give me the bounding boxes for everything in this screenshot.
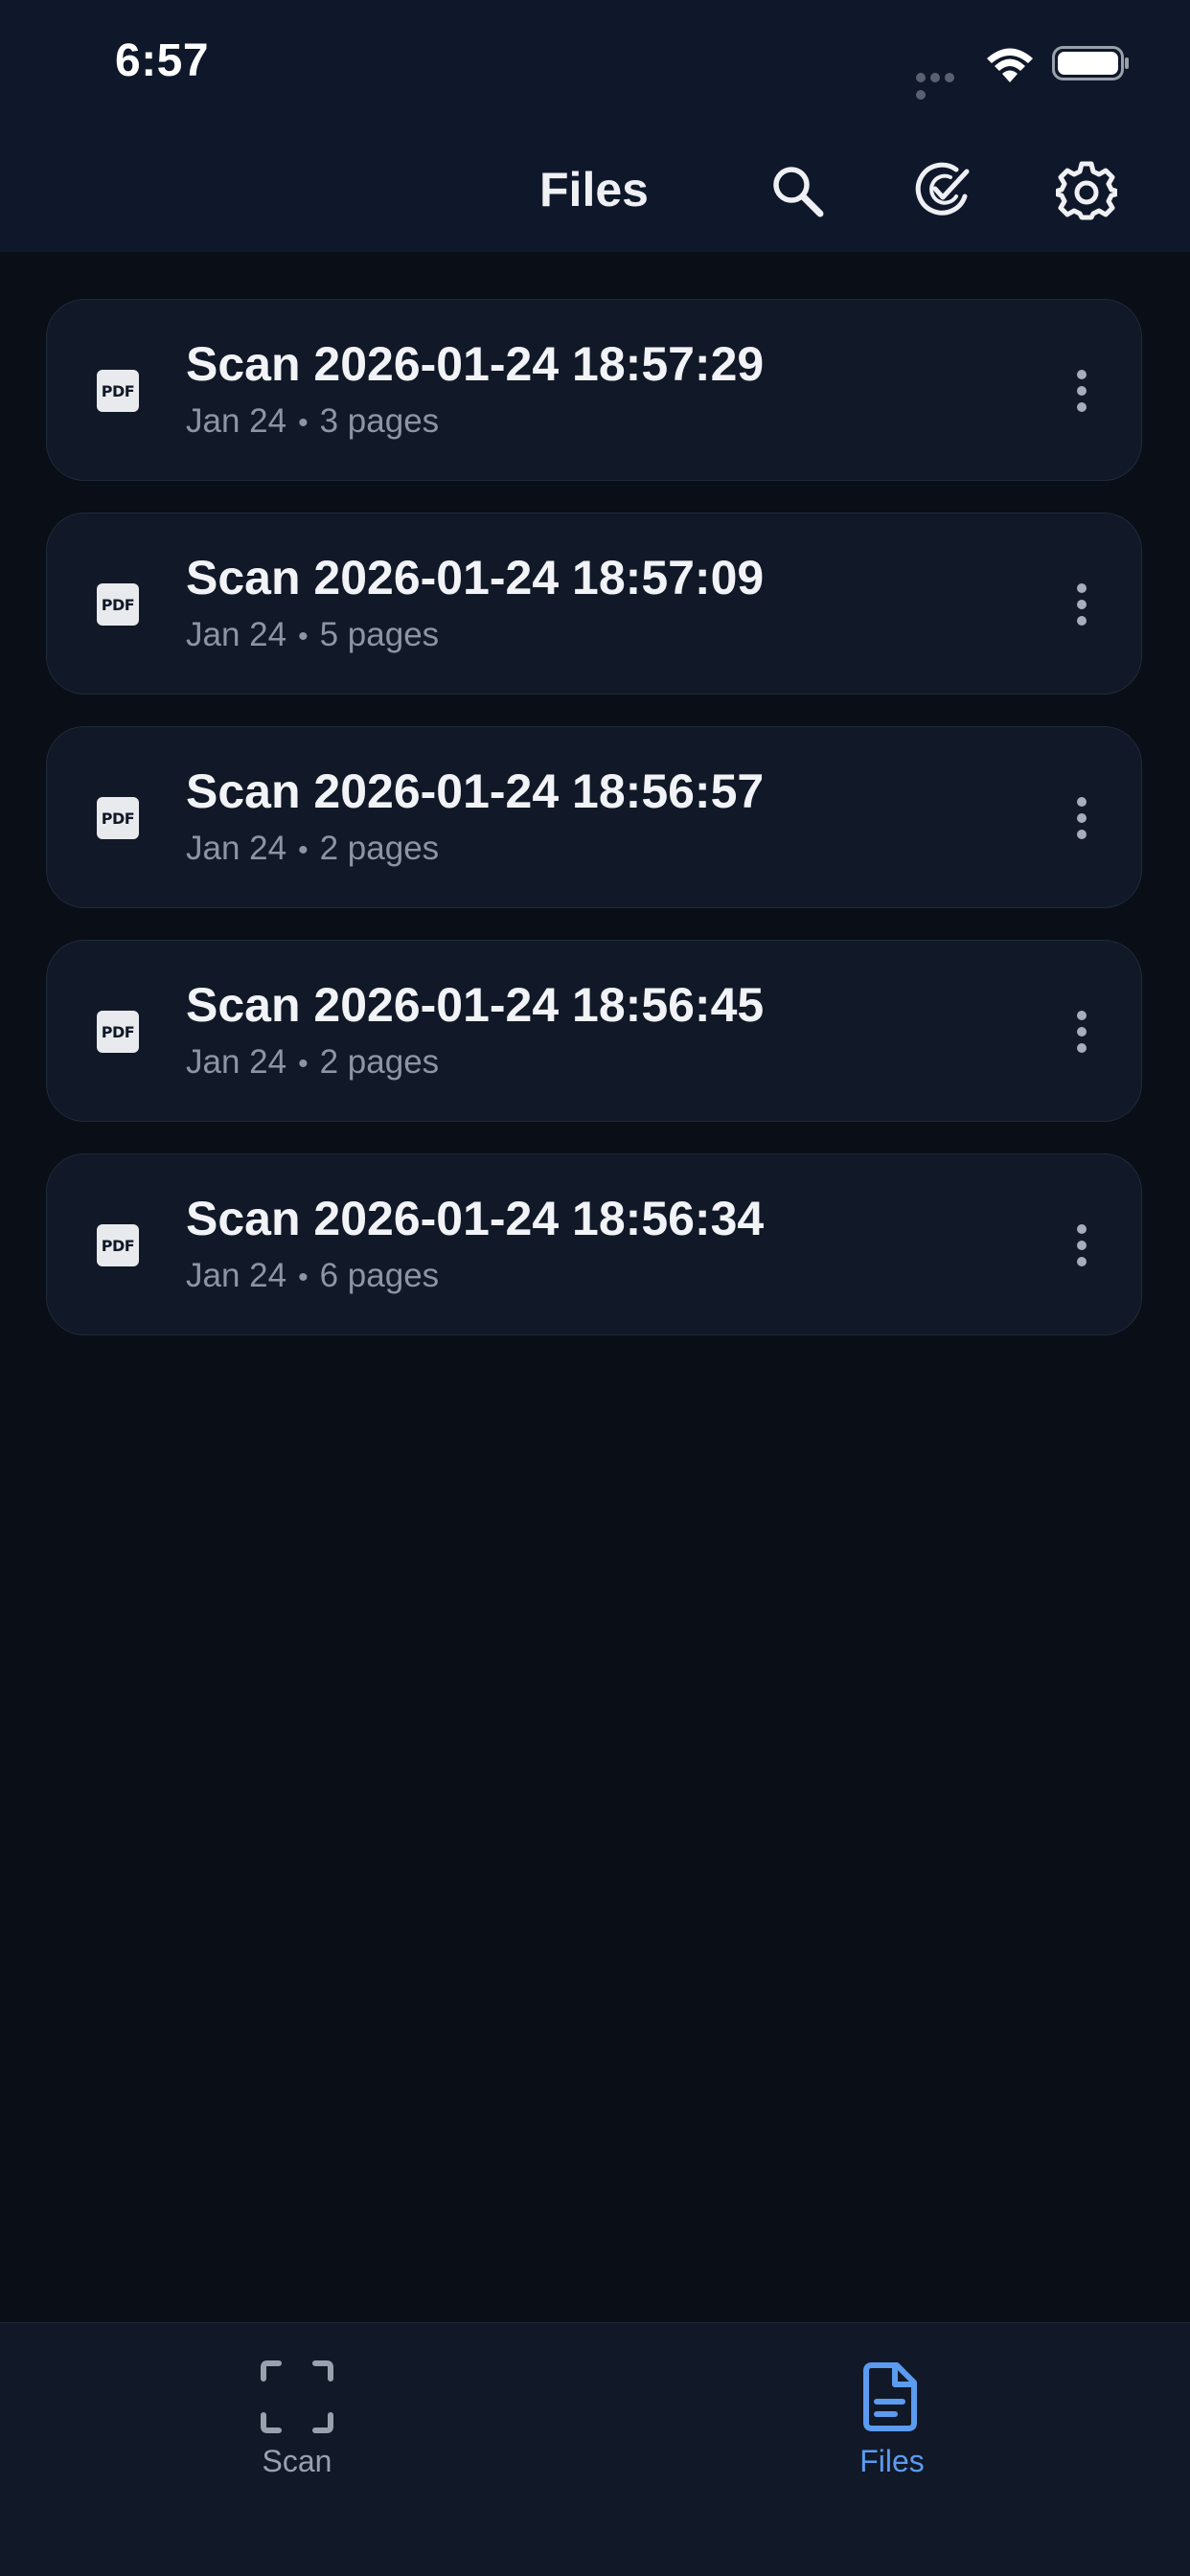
more-options-icon[interactable] [1063, 357, 1101, 424]
nav-tab-files[interactable]: Files [796, 2359, 988, 2479]
status-time: 6:57 [115, 35, 210, 86]
search-icon [773, 167, 824, 217]
file-list: PDF Scan 2026-01-24 18:57:29 Jan 24 • 3 pa… [46, 299, 1144, 1367]
nav-tab-scan[interactable]: Scan [201, 2359, 393, 2479]
more-options-icon[interactable] [1063, 998, 1101, 1065]
status-bar: 6:57 [0, 0, 1190, 129]
more-options-icon[interactable] [1063, 571, 1101, 638]
file-date: Jan 24 [186, 402, 287, 440]
file-date: Jan 24 [186, 616, 287, 653]
file-meta: Jan 24 • 2 pages [186, 830, 439, 868]
more-options-icon[interactable] [1063, 785, 1101, 852]
app-header: Files [0, 129, 1190, 252]
select-button[interactable] [906, 154, 979, 227]
pdf-file-icon: PDF [97, 1011, 139, 1053]
separator-dot: • [298, 834, 309, 866]
file-date: Jan 24 [186, 830, 287, 867]
file-meta: Jan 24 • 3 pages [186, 402, 439, 441]
file-document-icon [863, 2362, 917, 2431]
file-meta: Jan 24 • 5 pages [186, 616, 439, 654]
file-meta: Jan 24 • 2 pages [186, 1043, 439, 1082]
file-name: Scan 2026-01-24 18:57:09 [186, 551, 765, 604]
gear-icon [1056, 161, 1117, 220]
file-name: Scan 2026-01-24 18:56:57 [186, 764, 765, 818]
pdf-file-icon: PDF [97, 370, 139, 412]
pdf-file-icon: PDF [97, 797, 139, 839]
file-page-count: 5 pages [319, 616, 440, 653]
separator-dot: • [298, 1048, 309, 1080]
file-page-count: 2 pages [319, 830, 440, 867]
file-list-item[interactable]: PDF Scan 2026-01-24 18:56:45 Jan 24 • 2 pa… [46, 940, 1142, 1122]
cellular-signal-icon [916, 70, 970, 100]
file-page-count: 2 pages [319, 1043, 440, 1081]
file-list-item[interactable]: PDF Scan 2026-01-24 18:57:09 Jan 24 • 5 pa… [46, 513, 1142, 695]
pdf-file-icon: PDF [97, 583, 139, 626]
battery-icon [1052, 46, 1129, 80]
file-date: Jan 24 [186, 1043, 287, 1081]
file-list-item[interactable]: PDF Scan 2026-01-24 18:56:34 Jan 24 • 6 pa… [46, 1153, 1142, 1335]
file-list-item[interactable]: PDF Scan 2026-01-24 18:56:57 Jan 24 • 2 pa… [46, 726, 1142, 908]
more-options-icon[interactable] [1063, 1212, 1101, 1279]
select-check-icon [915, 162, 970, 216]
wifi-icon [987, 48, 1033, 82]
nav-label-files: Files [859, 2444, 925, 2478]
file-meta: Jan 24 • 6 pages [186, 1257, 439, 1295]
pdf-file-icon: PDF [97, 1224, 139, 1266]
nav-label-scan: Scan [262, 2444, 332, 2478]
separator-dot: • [298, 407, 309, 439]
file-page-count: 6 pages [319, 1257, 440, 1294]
search-button[interactable] [761, 154, 834, 227]
bottom-navigation: Scan Files [0, 2322, 1190, 2576]
file-name: Scan 2026-01-24 18:57:29 [186, 337, 765, 391]
file-date: Jan 24 [186, 1257, 287, 1294]
settings-button[interactable] [1050, 154, 1123, 227]
page-title: Files [539, 163, 649, 217]
file-name: Scan 2026-01-24 18:56:45 [186, 978, 765, 1032]
separator-dot: • [298, 1262, 309, 1293]
file-page-count: 3 pages [319, 402, 440, 440]
file-list-item[interactable]: PDF Scan 2026-01-24 18:57:29 Jan 24 • 3 pa… [46, 299, 1142, 481]
separator-dot: • [298, 621, 309, 652]
file-name: Scan 2026-01-24 18:56:34 [186, 1192, 765, 1245]
scan-frame-icon [261, 2360, 333, 2433]
